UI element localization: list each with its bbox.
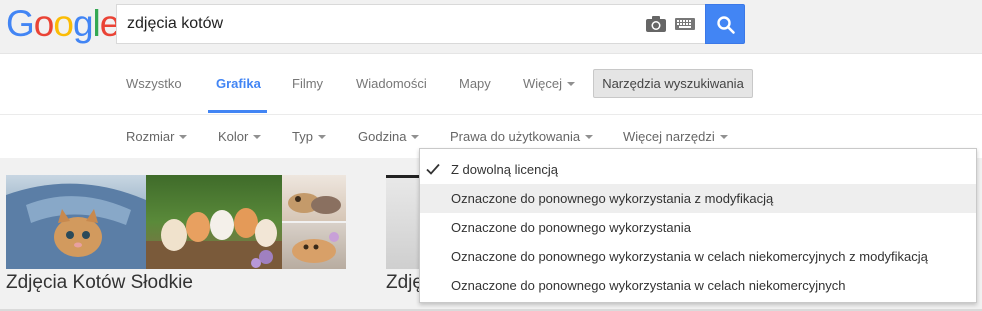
chevron-down-icon: [719, 134, 728, 139]
chevron-down-icon: [253, 134, 262, 139]
tab-images[interactable]: Grafika: [216, 76, 261, 91]
chevron-down-icon: [585, 134, 594, 139]
search-button[interactable]: [705, 4, 745, 44]
lying-kitten-thumbnail[interactable]: [282, 223, 346, 269]
sleeping-kittens-thumbnail[interactable]: [282, 175, 346, 221]
chevron-down-icon: [411, 134, 420, 139]
tab-more[interactable]: Więcej: [523, 76, 576, 91]
logo-letter: o: [53, 3, 74, 44]
chevron-down-icon: [567, 81, 576, 86]
tool-more-tools-label: Więcej narzędzi: [623, 129, 715, 144]
tool-type[interactable]: Typ: [292, 129, 326, 144]
usage-rights-menu: Z dowolną licencją Oznaczone do ponowneg…: [419, 148, 977, 303]
image-result-thumbnail[interactable]: [386, 175, 420, 269]
usage-rights-option-label: Z dowolną licencją: [451, 162, 558, 177]
active-tab-indicator: [208, 110, 267, 113]
usage-rights-option-label: Oznaczone do ponownego wykorzystania: [451, 220, 691, 235]
usage-rights-option-label: Oznaczone do ponownego wykorzystania z m…: [451, 191, 774, 206]
image-result-title[interactable]: Zdjęcia Kotów Słodkie: [6, 272, 193, 294]
usage-rights-option-reuse[interactable]: Oznaczone do ponownego wykorzystania: [420, 213, 976, 242]
usage-rights-option-label: Oznaczone do ponownego wykorzystania w c…: [451, 249, 928, 264]
camera-icon[interactable]: [646, 16, 666, 32]
logo-letter: g: [72, 3, 94, 44]
tool-type-label: Typ: [292, 129, 313, 144]
cat-photo-thumbnail[interactable]: [6, 175, 146, 269]
tool-size[interactable]: Rozmiar: [126, 129, 188, 144]
tool-color[interactable]: Kolor: [218, 129, 262, 144]
tool-usage-rights[interactable]: Prawa do użytkowania: [450, 129, 594, 144]
search-tabs: Wszystko Grafika Filmy Wiadomości Mapy W…: [0, 55, 982, 115]
usage-rights-option-label: Oznaczone do ponownego wykorzystania w c…: [451, 278, 846, 293]
usage-rights-option-noncommercial-modify[interactable]: Oznaczone do ponownego wykorzystania w c…: [420, 242, 976, 271]
search-icon: [717, 16, 735, 34]
tool-usage-rights-label: Prawa do użytkowania: [450, 129, 581, 144]
search-tools-button[interactable]: Narzędzia wyszukiwania: [593, 69, 753, 98]
usage-rights-option-noncommercial[interactable]: Oznaczone do ponownego wykorzystania w c…: [420, 271, 976, 300]
usage-rights-option-any[interactable]: Z dowolną licencją: [420, 155, 976, 184]
google-images-page: Google zdjęcia kotów Wszystko Grafika Fi…: [0, 0, 982, 311]
check-icon: [426, 163, 440, 175]
tab-maps[interactable]: Mapy: [459, 76, 491, 91]
tab-all[interactable]: Wszystko: [126, 76, 182, 91]
tab-news[interactable]: Wiadomości: [356, 76, 427, 91]
tool-time-label: Godzina: [358, 129, 407, 144]
tool-size-label: Rozmiar: [126, 129, 175, 144]
usage-rights-option-reuse-modify[interactable]: Oznaczone do ponownego wykorzystania z m…: [420, 184, 976, 213]
header: Google: [0, 0, 982, 54]
tab-more-label: Więcej: [523, 76, 563, 91]
chevron-down-icon: [179, 134, 188, 139]
image-result-title[interactable]: Zdję: [386, 272, 423, 294]
logo-letter: l: [92, 3, 101, 44]
search-box: [116, 4, 705, 44]
tool-color-label: Kolor: [218, 129, 249, 144]
google-logo[interactable]: Google: [6, 3, 120, 44]
image-result-collage[interactable]: [6, 175, 346, 269]
tool-time[interactable]: Godzina: [358, 129, 420, 144]
kittens-photo-thumbnail[interactable]: [146, 175, 282, 269]
tool-more-tools[interactable]: Więcej narzędzi: [623, 129, 728, 144]
logo-letter: G: [6, 3, 35, 44]
tab-videos[interactable]: Filmy: [292, 76, 323, 91]
logo-letter: o: [33, 3, 55, 44]
chevron-down-icon: [317, 134, 326, 139]
search-input[interactable]: [127, 5, 627, 43]
keyboard-icon[interactable]: [675, 18, 695, 30]
